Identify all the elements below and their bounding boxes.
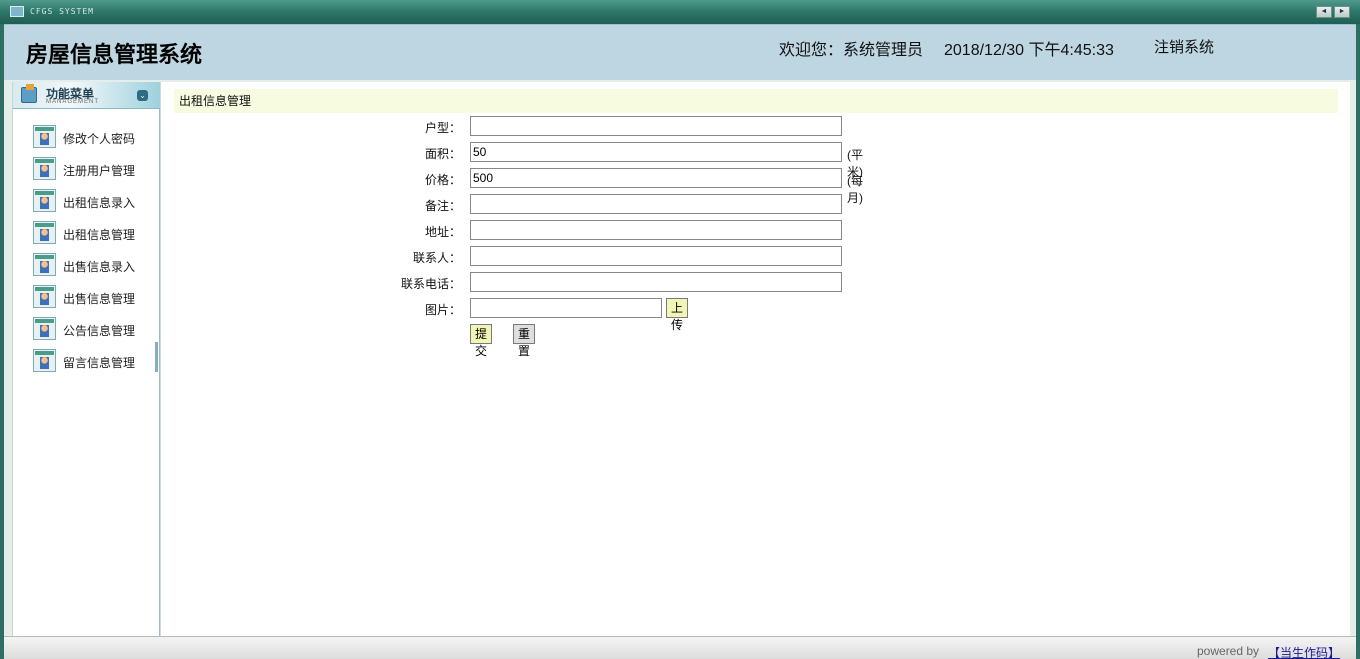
user-icon [33, 317, 56, 340]
menu-subtitle: MANAGEMENT [46, 99, 100, 105]
sidebar-item-rental-management[interactable]: 出租信息管理 [13, 218, 160, 250]
area-label: 面积： [424, 147, 461, 161]
address-input[interactable] [470, 220, 842, 240]
layout-input[interactable] [470, 116, 842, 136]
sidebar-item-label: 留言信息管理 [63, 356, 136, 370]
layout-label: 户型： [424, 121, 461, 135]
sidebar-item-label: 出租信息录入 [63, 196, 136, 210]
reset-button[interactable]: 重置 [513, 324, 536, 358]
welcome-text: 欢迎您：系统管理员 [779, 42, 924, 59]
current-datetime: 2018/12/30 下午4:45:33 [944, 42, 1114, 59]
code-link[interactable]: 【当生作码】 [1268, 644, 1340, 659]
sidebar-item-label: 注册用户管理 [63, 164, 136, 178]
collapse-icon[interactable]: ⌄ [137, 90, 148, 101]
menu-header: 功能菜单 MANAGEMENT ⌄ [13, 82, 160, 109]
contact-input[interactable] [470, 246, 842, 266]
powered-by-text: powered by [1197, 644, 1260, 658]
menu-list: 修改个人密码 注册用户管理 出租信息录入 出租信息管理 出售信息录入 出售信息管… [13, 122, 160, 378]
sidebar-item-sale-management[interactable]: 出售信息管理 [13, 282, 160, 314]
sidebar-item-label: 出售信息录入 [63, 260, 136, 274]
picture-input[interactable] [470, 298, 662, 318]
sidebar-item-rental-entry[interactable]: 出租信息录入 [13, 186, 160, 218]
remarks-label: 备注： [424, 199, 461, 213]
sidebar-splitter-handle[interactable] [155, 342, 158, 372]
address-label: 地址： [424, 225, 461, 239]
prev-arrow-icon[interactable]: ◄ [1316, 6, 1332, 18]
user-icon [33, 253, 56, 276]
sidebar-item-user-management[interactable]: 注册用户管理 [13, 154, 160, 186]
price-unit: (每月) [847, 174, 863, 205]
upload-button[interactable]: 上传 [666, 298, 689, 332]
area-input[interactable] [470, 142, 842, 162]
price-input[interactable] [470, 168, 842, 188]
contact-label: 联系人： [412, 251, 461, 265]
header: 房屋信息管理系统 欢迎您：系统管理员 2018/12/30 下午4:45:33 … [4, 24, 1356, 80]
sidebar-item-label: 出售信息管理 [63, 292, 136, 306]
window-title-bar: CFGS SYSTEM ◄ ► [0, 0, 1360, 24]
next-arrow-icon[interactable]: ► [1334, 6, 1350, 18]
page-title: 出租信息管理 [174, 89, 1338, 113]
user-icon [33, 189, 56, 212]
user-icon [33, 157, 56, 180]
sidebar-item-message-management[interactable]: 留言信息管理 [13, 346, 160, 378]
sidebar-item-label: 出租信息管理 [63, 228, 136, 242]
remarks-input[interactable] [470, 194, 842, 214]
menu-home-icon [21, 84, 37, 103]
user-icon [33, 221, 56, 244]
footer: powered by 【当生作码】 [4, 636, 1356, 659]
submit-button[interactable]: 提交 [470, 324, 493, 358]
main-content: 出租信息管理 户型： 面积： (平米) 价格： (每月) 备注： 地址： 联系人… [160, 82, 1350, 636]
user-icon [33, 125, 56, 148]
sidebar-item-label: 公告信息管理 [63, 324, 136, 338]
phone-label: 联系电话： [400, 277, 461, 291]
sidebar-item-notice-management[interactable]: 公告信息管理 [13, 314, 160, 346]
sidebar-item-label: 修改个人密码 [63, 132, 136, 146]
user-icon [33, 285, 56, 308]
app-title: 房屋信息管理系统 [26, 42, 203, 67]
right-border [1356, 24, 1360, 659]
phone-input[interactable] [470, 272, 842, 292]
logout-link[interactable]: 注销系统 [1154, 36, 1214, 57]
content-frame: 功能菜单 MANAGEMENT ⌄ 修改个人密码 注册用户管理 出租信息录入 出… [4, 80, 1356, 636]
monitor-icon [10, 6, 24, 17]
picture-label: 图片： [424, 303, 461, 317]
price-label: 价格： [424, 173, 461, 187]
sidebar-item-sale-entry[interactable]: 出售信息录入 [13, 250, 160, 282]
user-icon [33, 349, 56, 372]
sidebar: 功能菜单 MANAGEMENT ⌄ 修改个人密码 注册用户管理 出租信息录入 出… [12, 82, 160, 636]
system-name: CFGS SYSTEM [30, 7, 94, 16]
sidebar-item-change-password[interactable]: 修改个人密码 [13, 122, 160, 154]
